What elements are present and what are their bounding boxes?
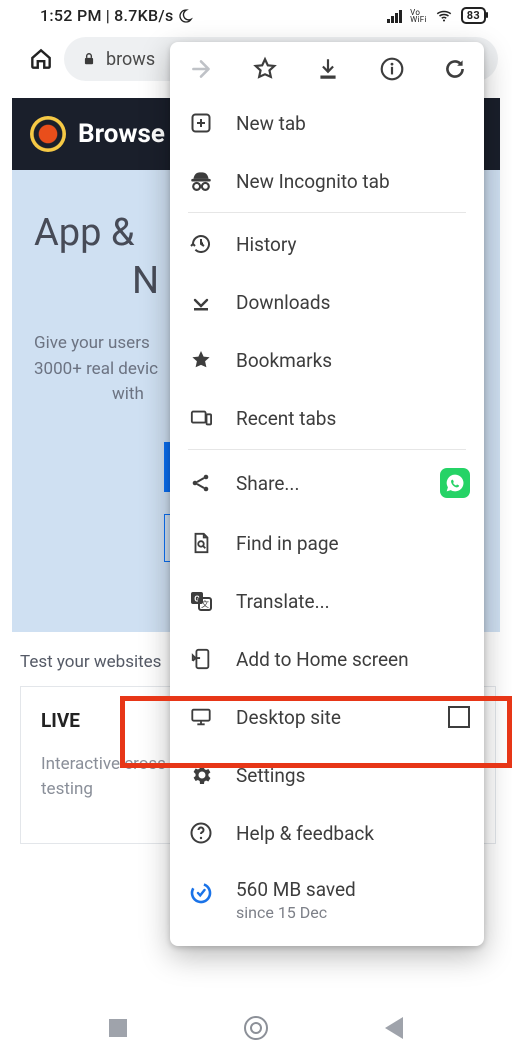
- menu-label: Share...: [236, 472, 418, 495]
- translate-icon: G文: [188, 588, 214, 614]
- menu-separator: [188, 212, 466, 213]
- menu-label: New Incognito tab: [236, 170, 390, 193]
- menu-label: Find in page: [236, 532, 339, 555]
- refresh-icon[interactable]: [442, 56, 468, 82]
- downloads-icon: [188, 289, 214, 315]
- nav-recents-icon[interactable]: [109, 1019, 127, 1037]
- menu-help[interactable]: Help & feedback: [170, 804, 484, 862]
- menu-translate[interactable]: G文 Translate...: [170, 572, 484, 630]
- wifi-icon: [435, 7, 453, 25]
- recent-tabs-icon: [188, 405, 214, 431]
- forward-icon[interactable]: [188, 56, 214, 82]
- info-icon[interactable]: [379, 56, 405, 82]
- svg-text:文: 文: [201, 599, 209, 609]
- incognito-icon: [188, 168, 214, 194]
- share-icon: [188, 470, 214, 496]
- address-text: brows: [106, 49, 155, 70]
- help-icon: [188, 820, 214, 846]
- site-brand: Browse: [78, 119, 165, 149]
- menu-new-tab[interactable]: New tab: [170, 94, 484, 152]
- history-icon: [188, 231, 214, 257]
- status-bar: 1:52 PM | 8.7KB/s VoWiFi 83: [0, 0, 512, 29]
- menu-data-saved[interactable]: 560 MB saved since 15 Dec: [170, 862, 484, 938]
- menu-bookmarks[interactable]: Bookmarks: [170, 331, 484, 389]
- browserstack-logo-icon: [30, 116, 66, 152]
- data-saver-icon: [188, 880, 214, 906]
- menu-label: Bookmarks: [236, 349, 332, 372]
- menu-label: 560 MB saved since 15 Dec: [236, 878, 356, 922]
- find-icon: [188, 530, 214, 556]
- menu-separator: [188, 449, 466, 450]
- download-icon[interactable]: [315, 56, 341, 82]
- menu-label: Add to Home screen: [236, 648, 409, 671]
- vowifi-icon: VoWiFi: [410, 9, 427, 23]
- browser-overflow-menu: New tab New Incognito tab History Downlo…: [170, 42, 484, 946]
- battery-icon: 83: [461, 7, 486, 24]
- status-right: VoWiFi 83: [387, 7, 486, 25]
- nav-back-icon[interactable]: [385, 1017, 403, 1039]
- menu-history[interactable]: History: [170, 215, 484, 273]
- menu-label: New tab: [236, 112, 306, 135]
- bookmark-star-icon[interactable]: [252, 56, 278, 82]
- menu-label: Downloads: [236, 291, 330, 314]
- menu-recent-tabs[interactable]: Recent tabs: [170, 389, 484, 447]
- menu-label: History: [236, 233, 296, 256]
- menu-top-row: [170, 42, 484, 94]
- menu-label: Desktop site: [236, 706, 426, 729]
- desktop-icon: [188, 704, 214, 730]
- menu-add-to-home[interactable]: Add to Home screen: [170, 630, 484, 688]
- nav-home-icon[interactable]: [244, 1016, 268, 1040]
- gear-icon: [188, 762, 214, 788]
- bookmarks-icon: [188, 347, 214, 373]
- status-net-rate: 8.7KB/s: [114, 6, 173, 25]
- system-nav-bar: [0, 1016, 512, 1040]
- dnd-moon-icon: [177, 8, 193, 24]
- menu-downloads[interactable]: Downloads: [170, 273, 484, 331]
- menu-label: Help & feedback: [236, 822, 374, 845]
- lock-icon: [82, 51, 96, 67]
- menu-label: Translate...: [236, 590, 330, 613]
- menu-label: Settings: [236, 764, 305, 787]
- status-time: 1:52 PM: [40, 6, 102, 25]
- menu-label: Recent tabs: [236, 407, 336, 430]
- new-tab-icon: [188, 110, 214, 136]
- home-icon[interactable]: [28, 46, 54, 72]
- menu-desktop-site[interactable]: Desktop site: [170, 688, 484, 746]
- menu-settings[interactable]: Settings: [170, 746, 484, 804]
- add-to-home-icon: [188, 646, 214, 672]
- menu-share[interactable]: Share...: [170, 452, 484, 514]
- whatsapp-icon[interactable]: [440, 468, 470, 498]
- menu-incognito[interactable]: New Incognito tab: [170, 152, 484, 210]
- desktop-site-checkbox[interactable]: [448, 706, 470, 728]
- signal-icon: [387, 9, 402, 23]
- status-left: 1:52 PM | 8.7KB/s: [40, 6, 193, 25]
- menu-find-in-page[interactable]: Find in page: [170, 514, 484, 572]
